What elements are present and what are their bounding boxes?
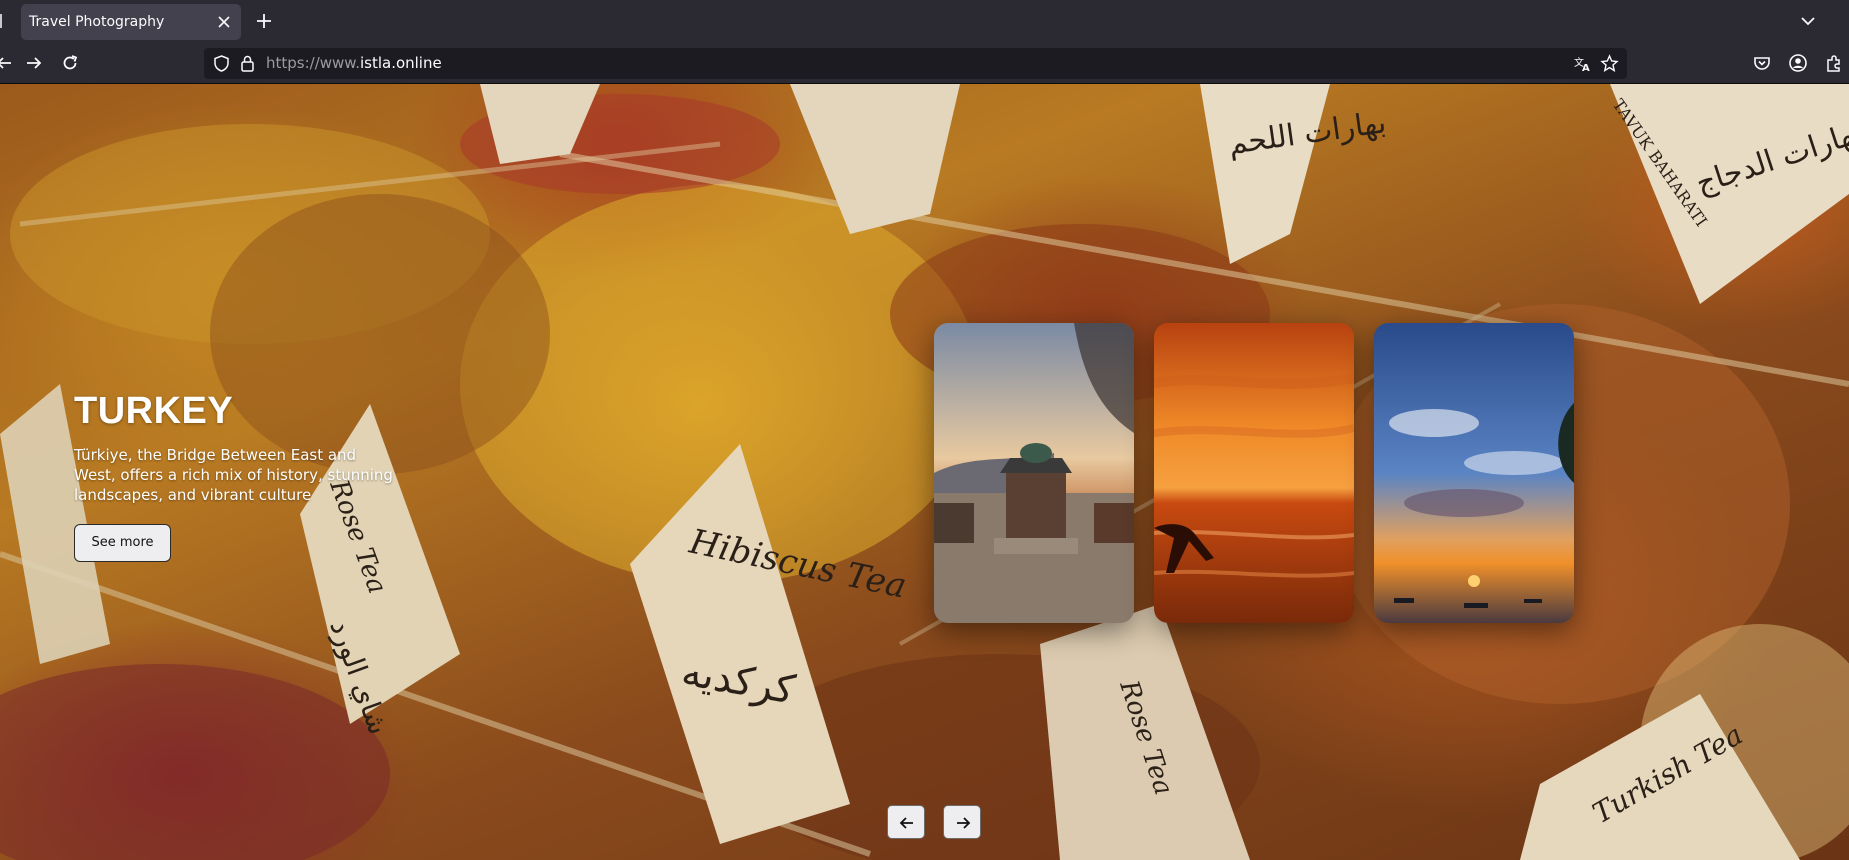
back-arrow-icon[interactable] <box>0 53 14 73</box>
arrow-left-icon <box>899 817 913 829</box>
lock-icon[interactable] <box>238 54 257 73</box>
svg-text:A: A <box>1582 63 1590 73</box>
window-edge <box>0 14 2 28</box>
gallery-card-orange-sea[interactable] <box>1154 323 1354 623</box>
see-more-button[interactable]: See more <box>74 524 171 562</box>
orange-sea-sunset-photo <box>1154 323 1354 623</box>
close-tab-icon[interactable] <box>215 13 233 31</box>
url-host: istla.online <box>359 54 442 72</box>
gallery-card-mosque-fountain[interactable] <box>934 323 1134 623</box>
url-text[interactable]: https://www.istla.online <box>266 55 442 72</box>
sign-lamb-spice: بهارات اللحم <box>1200 84 1388 264</box>
url-prefix: https://www. <box>266 54 360 72</box>
translate-icon[interactable]: 文A <box>1573 54 1592 73</box>
tab-title: Travel Photography <box>29 14 165 30</box>
country-description: Türkiye, the Bridge Between East and Wes… <box>74 446 393 504</box>
hero-text-block: TURKEY Türkiye, the Bridge Between East … <box>74 389 394 505</box>
tab-bar: Travel Photography <box>0 0 1849 43</box>
new-tab-plus-icon[interactable] <box>254 11 274 31</box>
account-icon[interactable] <box>1788 53 1808 73</box>
extensions-icon[interactable] <box>1824 53 1844 73</box>
hero-section: Hibiscus Tea كركديه Rose Tea شاي الورد ب… <box>0 84 1849 860</box>
bookmark-star-icon[interactable] <box>1600 54 1619 73</box>
mosque-fountain-photo <box>934 323 1134 623</box>
shield-icon[interactable] <box>212 54 231 73</box>
url-bar[interactable]: https://www.istla.online 文A <box>204 48 1627 79</box>
navigation-bar: https://www.istla.online 文A <box>0 43 1849 84</box>
pocket-icon[interactable] <box>1752 53 1772 73</box>
previous-slide-button[interactable] <box>887 805 925 839</box>
forward-arrow-icon[interactable] <box>24 53 44 73</box>
blue-sky-sunset-photo <box>1374 323 1574 623</box>
reload-icon[interactable] <box>60 53 80 73</box>
gallery-card-blue-sky-sunset[interactable] <box>1374 323 1574 623</box>
tab-list-chevron-icon[interactable] <box>1799 12 1817 30</box>
sign-chicken-spice: TAVUK BAHARATI بهارات الدجاج <box>1609 84 1849 304</box>
country-title: TURKEY <box>74 390 234 432</box>
tab-travel-photography[interactable]: Travel Photography <box>21 4 241 40</box>
arrow-right-icon <box>957 817 971 829</box>
next-slide-button[interactable] <box>943 805 981 839</box>
